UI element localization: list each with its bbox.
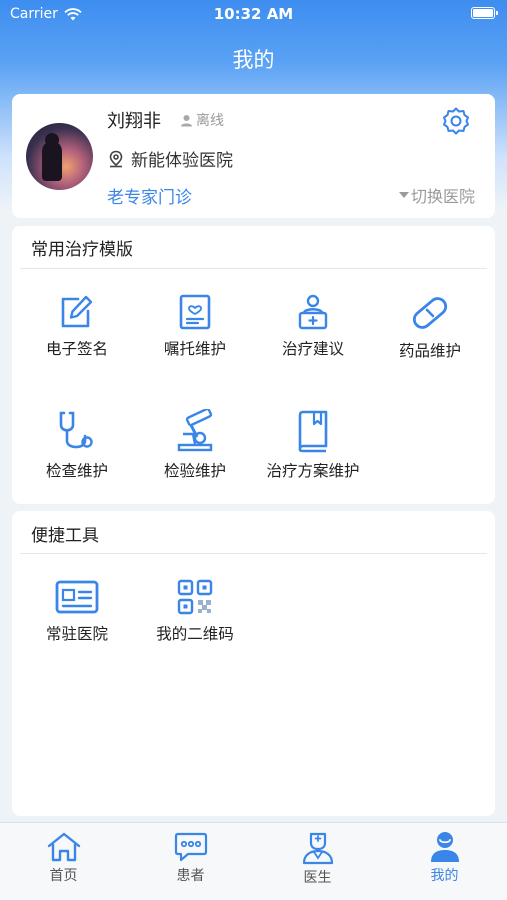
templates-section: 常用治疗模版 电子签名 嘱托维护 治疗建议 药品维护 检查维护 检验维护 治疗方… bbox=[12, 226, 495, 504]
stethoscope-icon bbox=[59, 411, 93, 449]
template-item-drugs[interactable]: 药品维护 bbox=[371, 293, 489, 361]
tool-item-resident-hospital[interactable]: 常驻医院 bbox=[18, 578, 136, 644]
tab-label: 我的 bbox=[430, 868, 459, 884]
template-label: 检验维护 bbox=[163, 462, 226, 480]
hospital-row: 新能体验医院 bbox=[107, 146, 233, 171]
template-label: 药品维护 bbox=[398, 342, 461, 360]
divider bbox=[20, 268, 487, 269]
gear-icon[interactable] bbox=[441, 106, 471, 136]
template-label: 嘱托维护 bbox=[163, 340, 226, 358]
online-status: 离线 bbox=[180, 110, 224, 130]
template-item-plan[interactable]: 治疗方案维护 bbox=[254, 409, 372, 481]
tab-patients[interactable]: 患者 bbox=[127, 831, 254, 885]
user-icon bbox=[181, 114, 192, 126]
tab-label: 患者 bbox=[176, 868, 205, 884]
avatar[interactable] bbox=[26, 123, 93, 190]
profile-card: 刘翔非 离线 新能体验医院 老专家门诊 切换医院 bbox=[12, 94, 495, 218]
section-title: 便捷工具 bbox=[31, 526, 99, 546]
tab-home[interactable]: 首页 bbox=[0, 831, 127, 885]
department-link[interactable]: 老专家门诊 bbox=[107, 183, 192, 208]
advice-card-icon bbox=[179, 294, 211, 330]
template-item-signature[interactable]: 电子签名 bbox=[18, 293, 136, 359]
book-icon bbox=[298, 410, 328, 453]
template-label: 电子签名 bbox=[45, 340, 108, 358]
section-title: 常用治疗模版 bbox=[31, 240, 133, 260]
tool-item-qr-code[interactable]: 我的二维码 bbox=[136, 578, 254, 644]
tool-label: 常驻医院 bbox=[45, 625, 108, 643]
edit-signature-icon bbox=[61, 295, 93, 328]
pill-icon bbox=[412, 297, 448, 329]
template-item-suggestion[interactable]: 治疗建议 bbox=[254, 293, 372, 359]
battery-icon bbox=[471, 7, 498, 19]
doctor-icon bbox=[302, 832, 333, 865]
tab-label: 医生 bbox=[303, 870, 332, 886]
id-card-icon bbox=[55, 580, 99, 614]
divider bbox=[20, 553, 487, 554]
template-label: 检查维护 bbox=[45, 462, 108, 480]
qr-code-icon bbox=[177, 579, 213, 615]
tool-label: 我的二维码 bbox=[156, 625, 234, 643]
status-time: 10:32 AM bbox=[213, 5, 294, 23]
template-item-exam[interactable]: 检查维护 bbox=[18, 409, 136, 481]
tab-mine[interactable]: 我的 bbox=[381, 831, 507, 885]
caret-down-icon bbox=[398, 192, 409, 198]
template-label: 治疗建议 bbox=[281, 340, 344, 358]
doctor-name: 刘翔非 bbox=[107, 111, 161, 132]
hospital-name: 新能体验医院 bbox=[131, 151, 233, 171]
tab-label: 首页 bbox=[49, 868, 78, 884]
switch-hospital-button[interactable]: 切换医院 bbox=[398, 183, 475, 207]
status-bar: Carrier 10:32 AM bbox=[0, 0, 507, 28]
status-label: 离线 bbox=[196, 113, 224, 129]
chat-icon bbox=[174, 832, 207, 862]
location-icon bbox=[109, 150, 123, 167]
home-icon bbox=[47, 832, 80, 862]
template-item-lab[interactable]: 检验维护 bbox=[136, 409, 254, 481]
microscope-icon bbox=[177, 409, 213, 452]
template-label: 治疗方案维护 bbox=[266, 462, 360, 480]
tab-doctors[interactable]: 医生 bbox=[254, 831, 381, 887]
profile-icon bbox=[430, 832, 459, 862]
tab-bar: 首页 患者 医生 我的 bbox=[0, 822, 507, 900]
switch-hospital-label: 切换医院 bbox=[410, 187, 475, 206]
tools-section: 便捷工具 常驻医院 我的二维码 bbox=[12, 511, 495, 816]
page-title: 我的 bbox=[232, 48, 275, 72]
template-item-advice[interactable]: 嘱托维护 bbox=[136, 293, 254, 359]
doctor-kit-icon bbox=[298, 294, 328, 330]
